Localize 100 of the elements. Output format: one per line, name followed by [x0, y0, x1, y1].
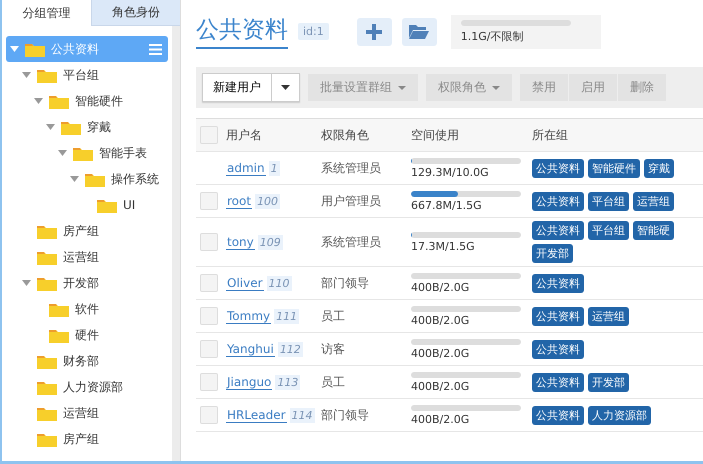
group-tag: 公共资料 [532, 274, 584, 292]
group-tag: 智能硬 [633, 221, 674, 240]
row-checkbox[interactable] [200, 340, 218, 358]
folder-icon [37, 276, 57, 290]
role-text: 员工 [321, 374, 346, 390]
role-text: 系统管理员 [321, 160, 382, 176]
caret-icon[interactable] [58, 150, 67, 156]
user-link[interactable]: Jianguo [226, 374, 272, 390]
group-tag: 开发部 [532, 244, 573, 263]
group-tag: 公共资料 [532, 192, 584, 210]
menu-icon[interactable] [149, 44, 162, 54]
folder-icon [49, 94, 69, 108]
user-link[interactable]: HRLeader [226, 408, 287, 422]
user-link[interactable]: root [226, 194, 252, 208]
group-tag: 公共资料 [532, 372, 584, 392]
tree-item[interactable]: 硬件 [6, 322, 168, 348]
caret-icon[interactable] [22, 72, 31, 78]
add-button[interactable] [356, 18, 392, 46]
tab[interactable]: 角色身份 [90, 0, 180, 26]
scrollbar[interactable] [172, 26, 180, 461]
tree-item[interactable]: 开发部 [6, 270, 168, 296]
row-checkbox[interactable] [200, 233, 218, 251]
caret-icon[interactable] [34, 98, 43, 104]
folder-icon [37, 224, 57, 238]
folder-icon [37, 354, 57, 368]
role-text: 用户管理员 [321, 192, 382, 210]
group-tag: 公共资料 [532, 340, 584, 358]
user-id: 1 [268, 160, 280, 176]
caret-icon[interactable] [70, 176, 79, 182]
tree-item[interactable]: 智能硬件 [6, 88, 168, 114]
caret-icon [492, 86, 500, 90]
tree-item[interactable]: 平台组 [6, 62, 168, 88]
row-checkbox[interactable] [200, 192, 218, 210]
id-badge: id:1 [298, 23, 329, 40]
plus-icon [366, 24, 382, 40]
caret-icon [398, 86, 406, 90]
tree-item[interactable]: 运营组 [6, 244, 168, 270]
user-link[interactable]: tony [226, 234, 255, 250]
tree-item[interactable]: 操作系统 [6, 166, 168, 192]
column-header: 空间使用 [411, 126, 460, 144]
folder-icon [73, 146, 93, 160]
user-link[interactable]: Yanghui [226, 342, 275, 356]
caret-icon[interactable] [10, 46, 19, 52]
tree-item[interactable]: 软件 [6, 296, 168, 322]
column-header: 用户名 [226, 126, 263, 144]
group-tag: 人力资源部 [588, 406, 651, 424]
role-text: 访客 [321, 340, 346, 358]
folder-button[interactable] [402, 18, 437, 46]
usage-text: 400B/2.0G [411, 346, 470, 360]
usage-text: 400B/2.0G [411, 380, 470, 392]
group-tag: 开发部 [588, 372, 629, 392]
user-id: 113 [275, 374, 300, 390]
tree-item[interactable]: 房产组 [6, 218, 168, 244]
tree-item[interactable]: 财务部 [6, 348, 168, 374]
caret-icon[interactable] [22, 280, 31, 286]
folder-icon [37, 68, 57, 82]
folder-icon [97, 198, 117, 212]
user-id: 111 [274, 308, 300, 324]
tree-item[interactable]: UI [6, 192, 168, 218]
user-link[interactable]: Oliver [226, 276, 264, 290]
user-link[interactable]: Tommy [226, 308, 272, 324]
row-checkbox[interactable] [200, 274, 218, 292]
row-checkbox[interactable] [200, 406, 218, 424]
caret-icon [281, 85, 290, 90]
user-id: 114 [290, 408, 315, 422]
row-checkbox[interactable] [200, 307, 218, 325]
new-user-button[interactable]: 新建用户 [203, 74, 271, 101]
tree-item[interactable]: 穿戴 [6, 114, 168, 140]
group-tag: 公共资料 [532, 158, 584, 178]
role-text: 员工 [321, 308, 346, 324]
folder-icon [25, 42, 45, 56]
usage-text: 400B/2.0G [411, 412, 470, 426]
group-tag: 平台组 [588, 192, 629, 210]
column-header: 所在组 [532, 126, 569, 144]
dropdown-button[interactable] [271, 74, 299, 101]
user-link[interactable]: admin [226, 160, 266, 176]
role-text: 部门领导 [321, 406, 370, 424]
column-header: 权限角色 [321, 126, 370, 144]
caret-icon[interactable] [46, 124, 55, 130]
role-text: 系统管理员 [321, 234, 382, 250]
select-all-checkbox[interactable] [200, 126, 218, 144]
folder-icon [49, 328, 69, 342]
user-id: 109 [258, 234, 283, 250]
group-tag: 公共资料 [532, 221, 584, 240]
group-tag: 运营组 [633, 192, 674, 210]
row-checkbox[interactable] [200, 373, 218, 391]
tree-item[interactable]: 人力资源部 [6, 374, 168, 400]
folder-icon [61, 120, 81, 134]
group-tag: 运营组 [588, 306, 629, 326]
quota-text: 1.1G/不限制 [460, 28, 524, 44]
tree-item[interactable]: 运营组 [6, 400, 168, 426]
group-tag: 公共资料 [532, 306, 584, 326]
folder-icon [409, 24, 430, 40]
tree-item[interactable]: 房产组 [6, 426, 168, 452]
group-tag: 平台组 [588, 221, 629, 240]
folder-icon [85, 172, 105, 186]
tree-item[interactable]: 智能手表 [6, 140, 168, 166]
usage-text: 17.3M/1.5G [411, 240, 476, 252]
group-tag: 智能硬件 [588, 158, 640, 178]
usage-text: 667.8M/1.5G [411, 198, 483, 212]
